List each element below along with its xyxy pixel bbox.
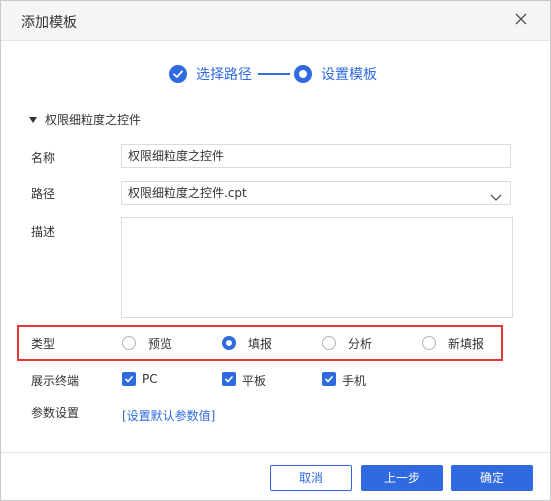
step-connector [258, 73, 290, 75]
params-label: 参数设置 [31, 406, 80, 420]
confirm-button[interactable]: 确定 [451, 465, 533, 491]
checkbox-tablet-label: 平板 [242, 374, 267, 388]
checkbox-mobile[interactable] [322, 372, 336, 386]
add-template-dialog: 添加模板 选择路径 设置模板 权限细粒度之控件 名称 权限细粒度之控件 路径 权… [0, 0, 551, 501]
radio-preview[interactable] [122, 336, 136, 350]
section-title: 权限细粒度之控件 [45, 113, 142, 127]
terminal-label: 展示终端 [31, 374, 80, 388]
path-value: 权限细粒度之控件.cpt [128, 186, 247, 200]
step-2-label: 设置模板 [321, 67, 377, 83]
name-label: 名称 [31, 151, 56, 165]
checkbox-pc[interactable] [122, 372, 136, 386]
checkbox-tablet[interactable] [222, 372, 236, 386]
description-label: 描述 [31, 225, 56, 239]
description-textarea[interactable] [121, 217, 513, 318]
set-default-params-link[interactable]: [设置默认参数值] [122, 407, 215, 424]
cancel-button[interactable]: 取消 [270, 465, 352, 491]
radio-new-fill-label: 新填报 [448, 337, 485, 351]
close-icon[interactable] [512, 10, 530, 28]
dialog-title: 添加模板 [21, 15, 77, 31]
path-select[interactable]: 权限细粒度之控件.cpt [121, 181, 511, 205]
current-step-icon [294, 65, 312, 83]
radio-fill[interactable] [222, 336, 236, 350]
type-label: 类型 [31, 337, 56, 351]
path-label: 路径 [31, 187, 56, 201]
prev-step-button[interactable]: 上一步 [361, 465, 443, 491]
dialog-titlebar: 添加模板 [1, 1, 550, 41]
section-header[interactable]: 权限细粒度之控件 [29, 111, 141, 128]
chevron-down-icon [490, 188, 502, 201]
radio-new-fill[interactable] [422, 336, 436, 350]
radio-fill-label: 填报 [248, 337, 273, 351]
radio-analysis[interactable] [322, 336, 336, 350]
footer-divider [1, 452, 550, 453]
caret-down-icon [29, 116, 37, 123]
check-circle-icon [169, 65, 187, 83]
checkbox-mobile-label: 手机 [342, 374, 367, 388]
radio-preview-label: 预览 [148, 337, 173, 351]
step-1-label: 选择路径 [196, 67, 252, 83]
step-indicator: 选择路径 设置模板 [169, 64, 377, 84]
radio-analysis-label: 分析 [348, 337, 373, 351]
name-input[interactable]: 权限细粒度之控件 [121, 144, 511, 168]
checkbox-pc-label: PC [142, 372, 158, 386]
